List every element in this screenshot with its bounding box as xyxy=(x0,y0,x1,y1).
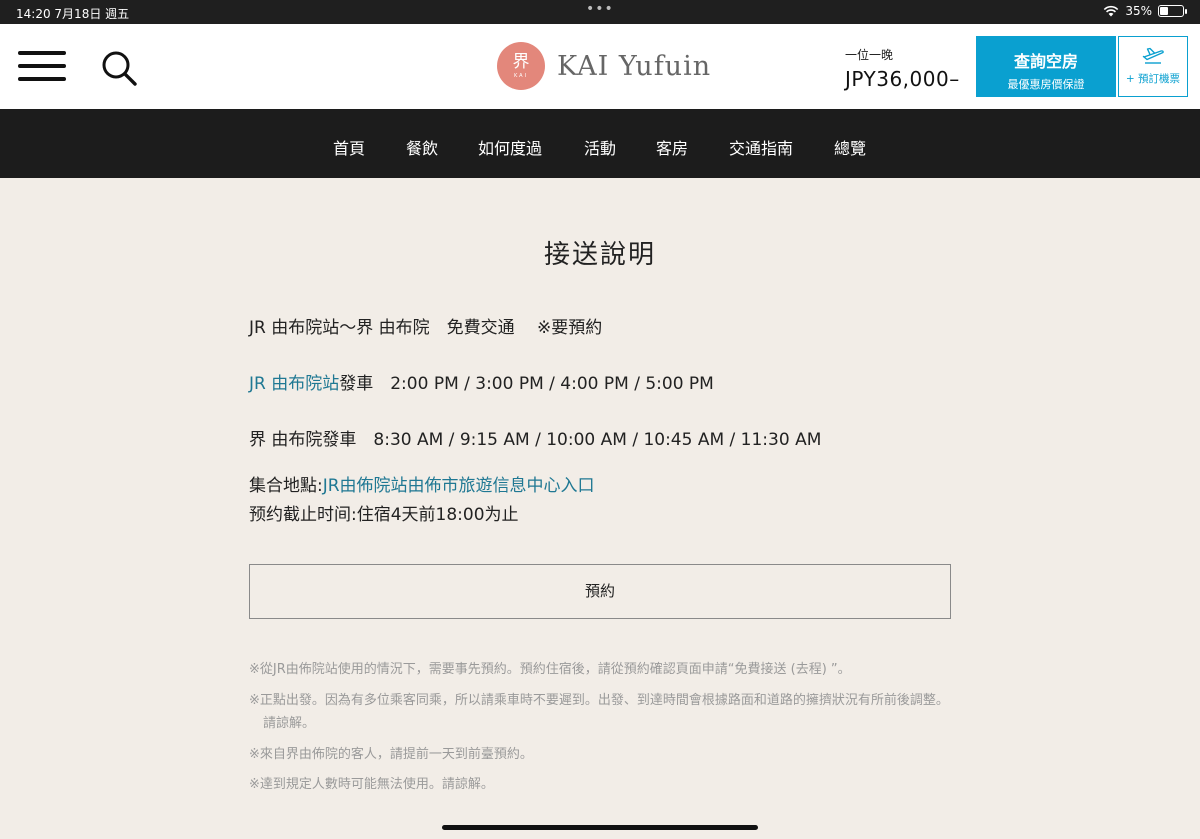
home-indicator[interactable] xyxy=(442,825,758,830)
book-flight-button[interactable]: + 預訂機票 xyxy=(1118,36,1188,97)
nav-item-dining[interactable]: 餐飲 xyxy=(406,135,438,159)
shuttle-intro: JR 由布院站～界 由布院 免費交通 ※要預約 xyxy=(249,318,603,338)
note-item: ※來自界由佈院的客人，請提前一天到前臺預約。 xyxy=(249,747,533,762)
price-info: 一位一晚 JPY36,000– xyxy=(845,46,960,91)
nav-item-overview[interactable]: 總覽 xyxy=(834,135,866,159)
search-rooms-button[interactable]: 查詢空房 最優惠房價保證 xyxy=(976,36,1116,97)
logo-text: KAI Yufuin xyxy=(557,50,712,82)
battery-icon xyxy=(1158,5,1187,17)
page-title: 接送說明 xyxy=(543,240,656,270)
main-nav: 首頁 餐飲 如何度過 活動 客房 交通指南 總覽 xyxy=(0,109,1200,178)
price-label: 一位一晚 xyxy=(845,48,894,62)
site-logo[interactable]: 界 KAI KAI Yufuin xyxy=(497,42,711,90)
reservation-deadline: 预约截止时间:住宿4天前18:00为止 xyxy=(249,505,519,525)
nav-item-home[interactable]: 首頁 xyxy=(333,135,365,159)
reserve-button[interactable]: 預約 xyxy=(249,564,951,619)
kai-departure-times: 界 由布院發車 8:30 AM / 9:15 AM / 10:00 AM / 1… xyxy=(249,430,822,450)
nav-item-activities[interactable]: 活動 xyxy=(584,135,616,159)
jr-departure-times: JR 由布院站發車 2:00 PM / 3:00 PM / 4:00 PM / … xyxy=(249,374,714,394)
status-indicators: 35% xyxy=(1103,4,1187,18)
nav-item-how-to-spend[interactable]: 如何度過 xyxy=(478,135,542,159)
nav-item-rooms[interactable]: 客房 xyxy=(656,135,688,159)
jr-station-link[interactable]: JR 由布院站 xyxy=(249,374,339,394)
wifi-icon xyxy=(1104,5,1119,17)
battery-percent: 35% xyxy=(1125,4,1152,18)
nav-item-access[interactable]: 交通指南 xyxy=(729,135,793,159)
status-time: 14:20 7月18日 週五 xyxy=(16,7,130,21)
note-item: ※從JR由佈院站使用的情況下，需要事先預約。預約住宿後，請從預約確認頁面申請“免… xyxy=(249,662,851,677)
meeting-point: 集合地點:JR由佈院站由佈市旅遊信息中心入口 xyxy=(249,476,595,496)
status-bar: 14:20 7月18日 週五 ••• 35% xyxy=(0,0,1200,24)
logo-mark: 界 KAI xyxy=(497,42,545,90)
note-item: ※正點出發。因為有多位乘客同乘，所以請乘車時不要遲到。出發、到達時間會根據路面和… xyxy=(249,693,949,731)
price-value: JPY36,000– xyxy=(845,67,960,91)
airplane-icon xyxy=(1142,47,1164,64)
note-item: ※達到規定人數時可能無法使用。請諒解。 xyxy=(249,777,494,792)
multitasking-dots-icon[interactable]: ••• xyxy=(586,1,614,17)
site-header: 界 KAI KAI Yufuin 一位一晚 JPY36,000– 查詢空房 最優… xyxy=(0,24,1200,109)
meeting-point-link[interactable]: JR由佈院站由佈市旅遊信息中心入口 xyxy=(323,476,595,496)
search-icon[interactable] xyxy=(100,49,138,87)
hamburger-menu-icon[interactable] xyxy=(18,51,66,81)
